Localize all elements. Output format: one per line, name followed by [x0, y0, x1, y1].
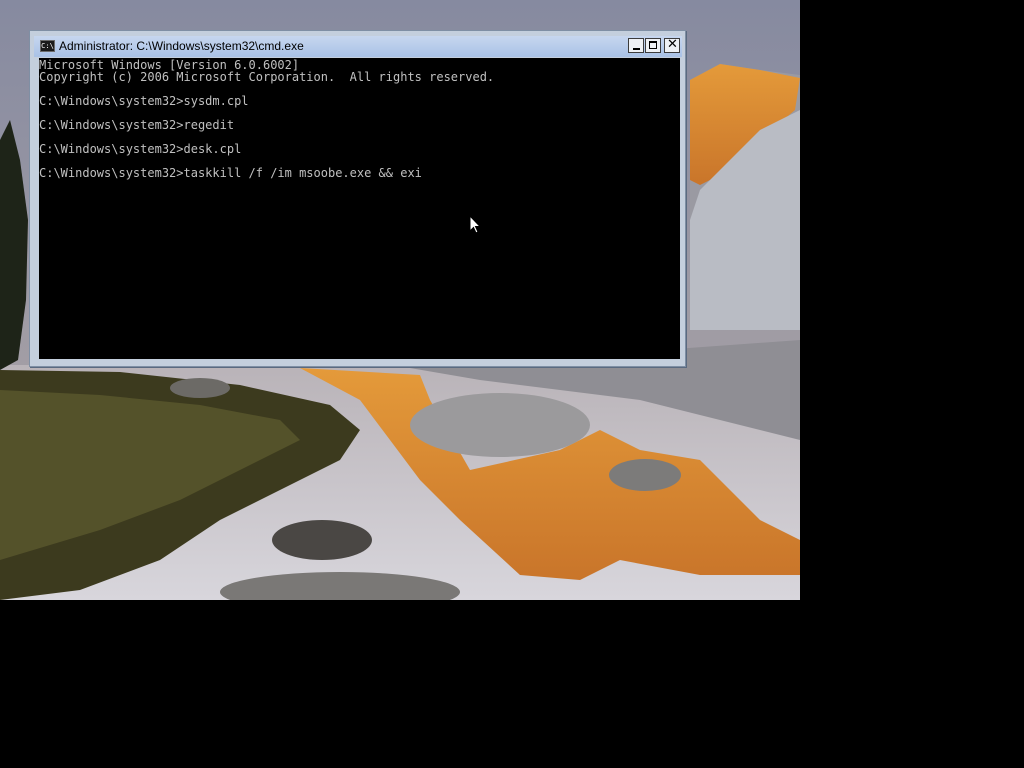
- maximize-icon: [649, 41, 657, 49]
- console-line: C:\Windows\system32>desk.cpl: [39, 142, 242, 156]
- console-output[interactable]: Microsoft Windows [Version 6.0.6002] Cop…: [39, 58, 680, 179]
- console-line: C:\Windows\system32>sysdm.cpl: [39, 94, 249, 108]
- console-line: C:\Windows\system32>taskkill /f /im msoo…: [39, 166, 422, 180]
- console-area[interactable]: Microsoft Windows [Version 6.0.6002] Cop…: [39, 58, 680, 359]
- window-title: Administrator: C:\Windows\system32\cmd.e…: [59, 39, 304, 53]
- window-right-border: [680, 58, 683, 359]
- minimize-button[interactable]: [628, 38, 644, 53]
- minimize-icon: [633, 48, 640, 50]
- cmd-icon[interactable]: C:\: [40, 40, 55, 52]
- cmd-window[interactable]: C:\ Administrator: C:\Windows\system32\c…: [29, 30, 686, 367]
- console-line: C:\Windows\system32>regedit: [39, 118, 235, 132]
- window-titlebar[interactable]: C:\ Administrator: C:\Windows\system32\c…: [34, 36, 682, 57]
- maximize-button[interactable]: [645, 38, 661, 53]
- console-line: Copyright (c) 2006 Microsoft Corporation…: [39, 70, 495, 84]
- desktop-wallpaper: C:\ Administrator: C:\Windows\system32\c…: [0, 0, 800, 600]
- mouse-pointer-icon: [469, 215, 481, 234]
- close-button[interactable]: ✕: [664, 37, 680, 53]
- close-icon: ✕: [667, 37, 678, 52]
